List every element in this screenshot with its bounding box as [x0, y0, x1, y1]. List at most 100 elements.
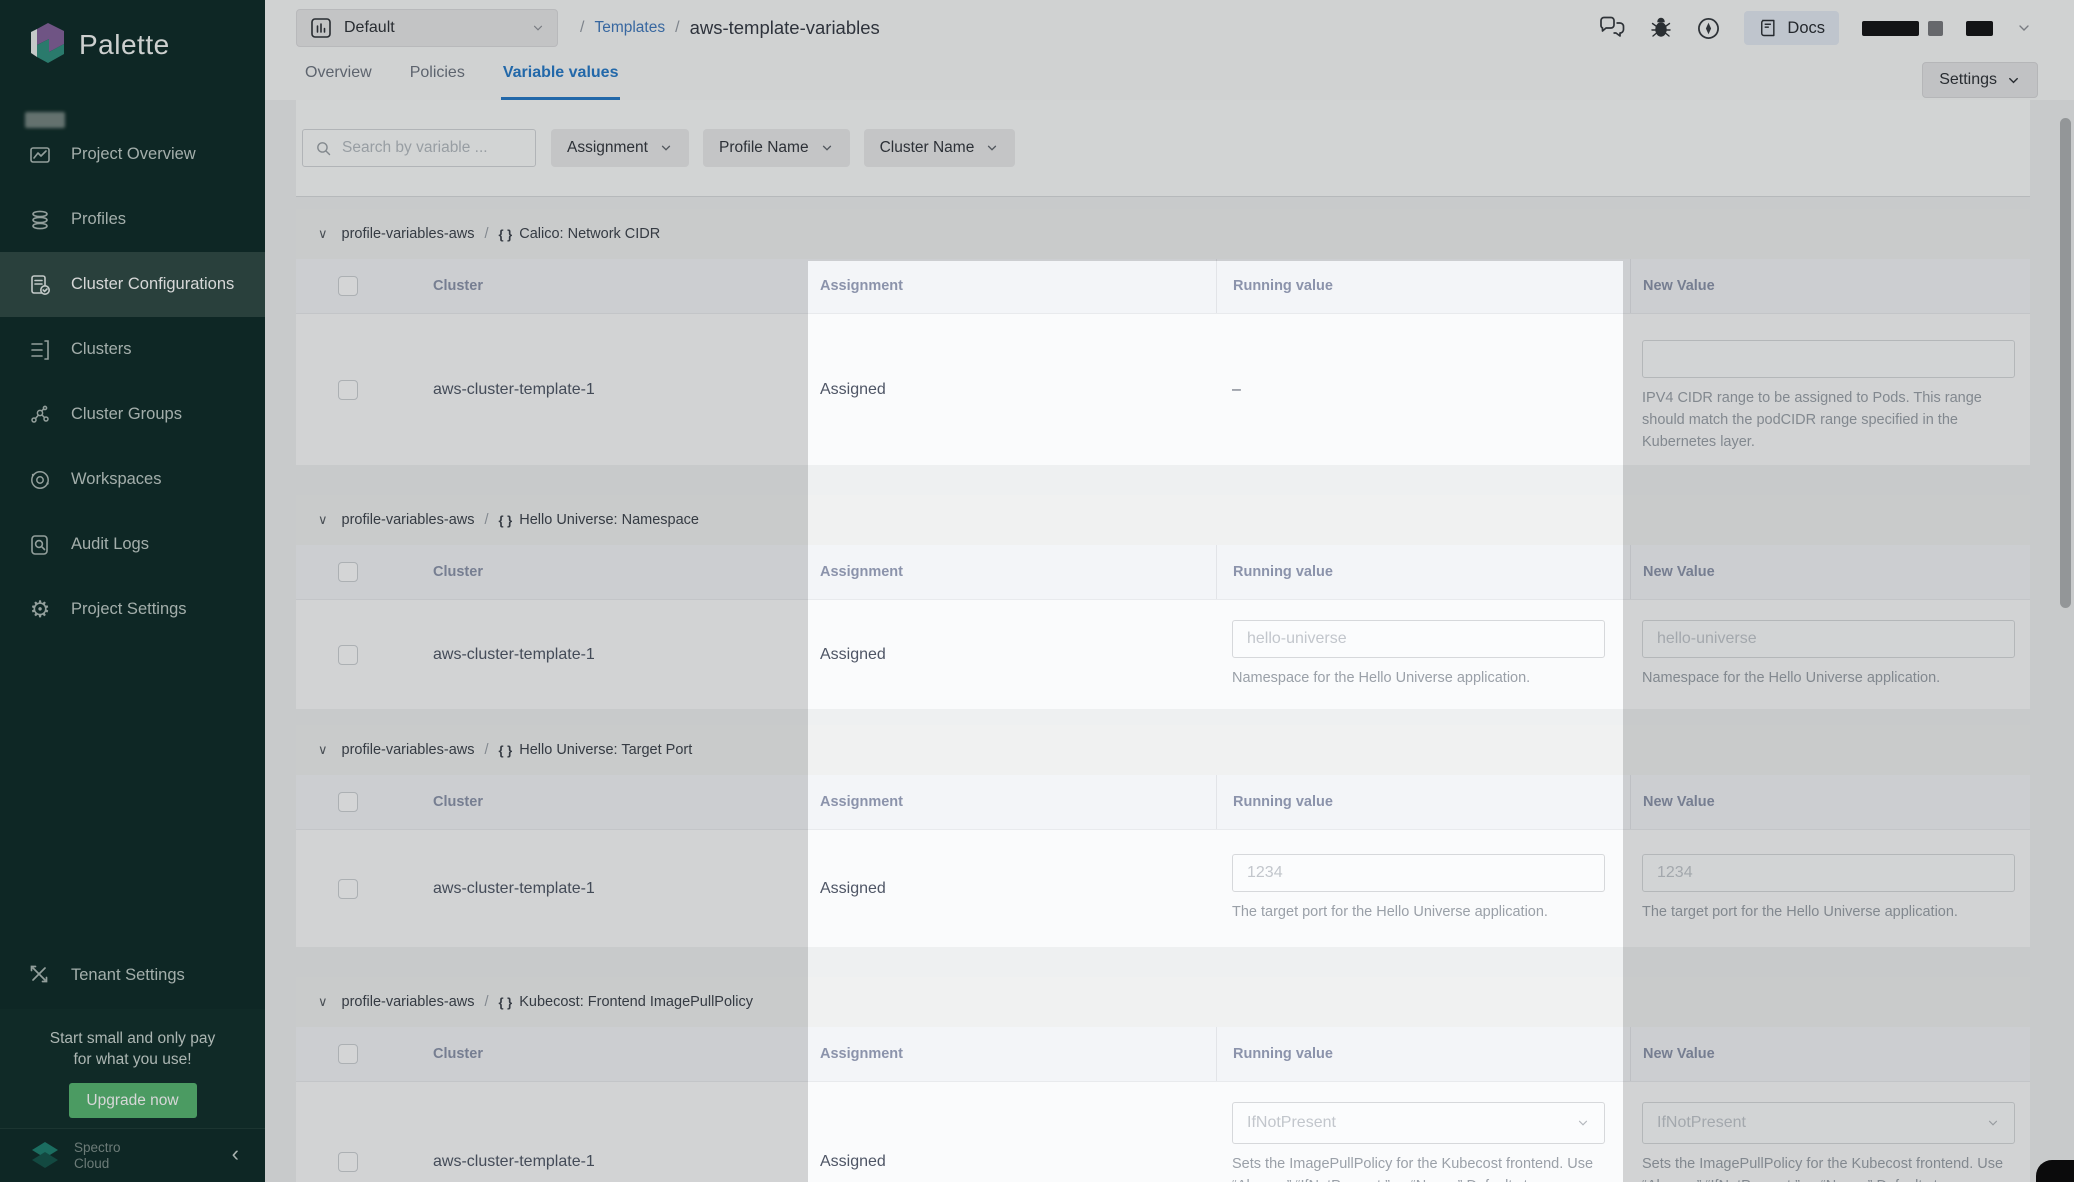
column-header: New Value	[1643, 278, 1715, 294]
filter-label: Profile Name	[719, 139, 809, 157]
docs-button[interactable]: Docs	[1744, 11, 1839, 45]
braces-icon: { }	[499, 513, 513, 528]
new-value-input[interactable]: hello-universe	[1642, 620, 2015, 658]
section-header[interactable]: ∨ profile-variables-aws / { } Hello Univ…	[296, 495, 2030, 545]
section-variable-name: Kubecost: Frontend ImagePullPolicy	[519, 994, 753, 1010]
table-header-row: Cluster Assignment Running value New Val…	[296, 775, 2030, 829]
filter-profile-name-dropdown[interactable]: Profile Name	[703, 129, 850, 167]
section-profile-link[interactable]: profile-variables-aws	[342, 512, 475, 528]
filter-bar: Search by variable ... Assignment Profil…	[296, 100, 2030, 197]
field-helper-text: Sets the ImagePullPolicy for the Kubecos…	[1232, 1153, 1610, 1182]
book-icon	[1758, 18, 1778, 38]
new-value-select[interactable]: IfNotPresent	[1642, 1102, 2015, 1144]
row-assignment-value: Assigned	[820, 880, 886, 898]
sidebar-item-profiles[interactable]: Profiles	[0, 187, 265, 252]
row-assignment-value: Assigned	[820, 1153, 886, 1171]
sidebar-item-workspaces[interactable]: Workspaces	[0, 447, 265, 512]
breadcrumb-templates-link[interactable]: Templates	[594, 19, 665, 37]
breadcrumb: / Templates / aws-template-variables	[580, 17, 880, 39]
running-value-input[interactable]: hello-universe	[1232, 620, 1605, 658]
chevron-down-icon	[1576, 1116, 1590, 1130]
docs-label: Docs	[1787, 19, 1825, 38]
bar-chart-icon	[309, 16, 333, 40]
row-checkbox[interactable]	[338, 645, 358, 665]
section-header[interactable]: ∨ profile-variables-aws / { } Calico: Ne…	[296, 209, 2030, 259]
logo-text: Palette	[79, 29, 170, 61]
section-profile-link[interactable]: profile-variables-aws	[342, 742, 475, 758]
sidebar-item-cluster-configurations[interactable]: Cluster Configurations	[0, 252, 265, 317]
variable-section: ∨ profile-variables-aws / { } Hello Univ…	[296, 495, 2030, 709]
vertical-scrollbar[interactable]	[2060, 118, 2071, 608]
compass-icon[interactable]	[1696, 16, 1721, 41]
sidebar-collapse-icon[interactable]: ‹	[232, 1143, 239, 1165]
sidebar-nav: Project Overview Profiles Cluster Config…	[0, 122, 265, 642]
field-helper-text: The target port for the Hello Universe a…	[1232, 901, 1610, 923]
column-header: Assignment	[820, 794, 903, 810]
braces-icon: { }	[499, 227, 513, 242]
variable-section: ∨ profile-variables-aws / { } Kubecost: …	[296, 977, 2030, 1182]
sidebar-item-project-overview[interactable]: Project Overview	[0, 122, 265, 187]
new-value-input[interactable]: 1234	[1642, 854, 2015, 892]
column-header: New Value	[1643, 1046, 1715, 1062]
chevron-down-icon	[659, 141, 673, 155]
braces-icon: { }	[499, 995, 513, 1010]
variable-search-input[interactable]: Search by variable ...	[302, 129, 536, 167]
audit-icon	[28, 533, 52, 557]
row-checkbox[interactable]	[338, 1152, 358, 1172]
bug-report-icon[interactable]	[1649, 16, 1673, 40]
new-value-cell: IfNotPresentSets the ImagePullPolicy for…	[1630, 1082, 2030, 1182]
user-menu-chevron-icon[interactable]	[2016, 20, 2032, 36]
row-assignment-value: Assigned	[820, 646, 886, 664]
field-helper-text: IPV4 CIDR range to be assigned to Pods. …	[1642, 387, 2016, 453]
tab-variable-values[interactable]: Variable values	[501, 64, 621, 100]
section-collapse-chevron-icon[interactable]: ∨	[318, 512, 328, 528]
running-value-select[interactable]: IfNotPresent	[1232, 1102, 1605, 1144]
sidebar: Palette Project Overview Profiles Cluste…	[0, 0, 265, 1182]
tab-overview[interactable]: Overview	[303, 64, 374, 100]
sidebar-item-project-settings[interactable]: ⚙ Project Settings	[0, 577, 265, 642]
placeholder-text: 1234	[1657, 864, 1693, 882]
select-all-checkbox[interactable]	[338, 792, 358, 812]
row-checkbox[interactable]	[338, 380, 358, 400]
section-breadcrumb-slash: /	[484, 994, 488, 1010]
select-all-checkbox[interactable]	[338, 562, 358, 582]
sidebar-item-label: Profiles	[71, 210, 126, 229]
section-profile-link[interactable]: profile-variables-aws	[342, 994, 475, 1010]
section-collapse-chevron-icon[interactable]: ∨	[318, 994, 328, 1010]
sidebar-item-audit-logs[interactable]: Audit Logs	[0, 512, 265, 577]
document-check-icon	[28, 273, 52, 297]
chart-icon	[28, 143, 52, 167]
topbar: Default / Templates / aws-template-varia…	[265, 0, 2074, 100]
select-all-checkbox[interactable]	[338, 276, 358, 296]
chevron-down-icon	[985, 141, 999, 155]
settings-button[interactable]: Settings	[1922, 62, 2038, 98]
select-all-checkbox[interactable]	[338, 1044, 358, 1064]
upgrade-now-button[interactable]: Upgrade now	[69, 1083, 197, 1118]
section-collapse-chevron-icon[interactable]: ∨	[318, 742, 328, 758]
filter-assignment-dropdown[interactable]: Assignment	[551, 129, 689, 167]
section-header[interactable]: ∨ profile-variables-aws / { } Kubecost: …	[296, 977, 2030, 1027]
section-variable-name: Calico: Network CIDR	[519, 226, 660, 242]
section-header[interactable]: ∨ profile-variables-aws / { } Hello Univ…	[296, 725, 2030, 775]
column-header: Running value	[1233, 794, 1333, 810]
row-checkbox[interactable]	[338, 879, 358, 899]
project-scope-selector[interactable]: Default	[296, 9, 558, 47]
section-collapse-chevron-icon[interactable]: ∨	[318, 226, 328, 242]
promo-line2: for what you use!	[0, 1049, 265, 1070]
feedback-chat-icon[interactable]	[1599, 16, 1626, 40]
section-profile-link[interactable]: profile-variables-aws	[342, 226, 475, 242]
chevron-down-icon	[2006, 73, 2021, 88]
filter-cluster-name-dropdown[interactable]: Cluster Name	[864, 129, 1016, 167]
sidebar-item-cluster-groups[interactable]: Cluster Groups	[0, 382, 265, 447]
table-header-row: Cluster Assignment Running value New Val…	[296, 259, 2030, 313]
variable-section: ∨ profile-variables-aws / { } Calico: Ne…	[296, 209, 2030, 465]
sidebar-item-tenant-settings[interactable]: Tenant Settings	[0, 943, 265, 1007]
running-value-input[interactable]: 1234	[1232, 854, 1605, 892]
server-list-icon	[28, 338, 52, 362]
new-value-input[interactable]	[1642, 340, 2015, 378]
tab-policies[interactable]: Policies	[408, 64, 467, 100]
table-row: aws-cluster-template-1 Assigned IfNotPre…	[296, 1081, 2030, 1182]
sidebar-item-clusters[interactable]: Clusters	[0, 317, 265, 382]
sidebar-footer: Spectro Cloud ‹	[0, 1128, 265, 1182]
sidebar-item-label: Cluster Configurations	[71, 275, 234, 294]
